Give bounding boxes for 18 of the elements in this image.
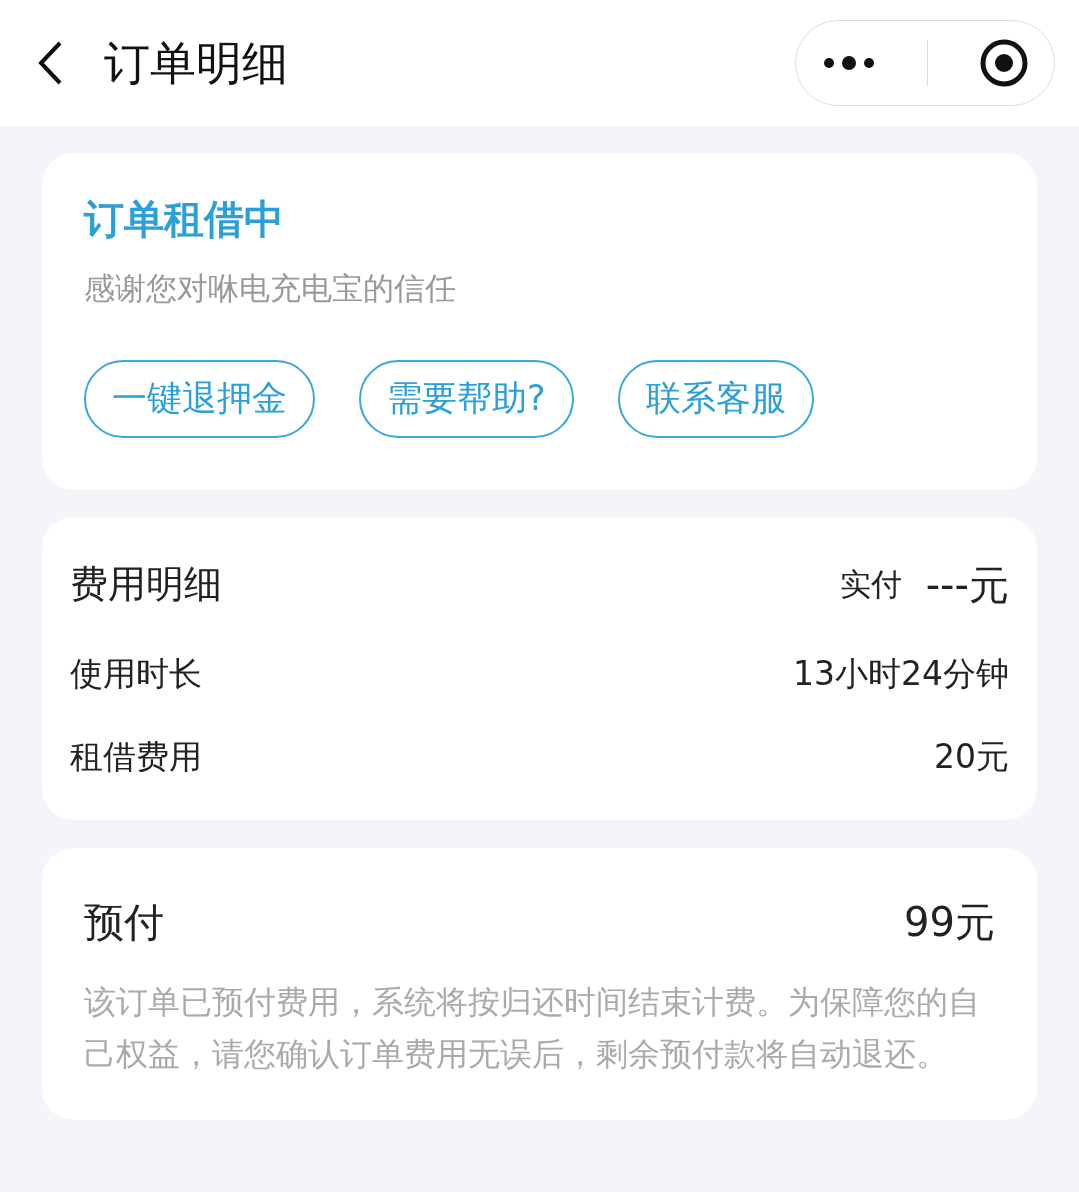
row-value: 20元 bbox=[934, 736, 1009, 778]
action-button[interactable]: 一键退押金 bbox=[84, 359, 315, 438]
prepay-amount: 99元 bbox=[904, 897, 995, 947]
paid-label: 实付 bbox=[839, 565, 902, 605]
row-label: 租借费用 bbox=[70, 736, 202, 778]
status-subtitle: 感谢您对咻电充电宝的信任 bbox=[84, 269, 457, 308]
row-label: 使用时长 bbox=[70, 652, 202, 695]
prepay-note: 该订单已预付费用，系统将按归还时间结束计费。为保障您的自己权益，请您确认订单费用无误后，剩余预付款将自动退还。 bbox=[84, 981, 981, 1075]
fee-title: 费用明细 bbox=[70, 561, 222, 608]
action-button[interactable]: 联系客服 bbox=[617, 359, 814, 438]
prepay-title: 预付 bbox=[84, 897, 164, 947]
status-title: 订单租借中 bbox=[84, 195, 285, 244]
more-icon[interactable] bbox=[821, 56, 876, 70]
paid-value: ---元 bbox=[925, 560, 1009, 610]
page-title: 订单明细 bbox=[104, 34, 288, 92]
back-icon[interactable] bbox=[36, 40, 64, 86]
action-button[interactable]: 需要帮助? bbox=[359, 359, 574, 438]
row-value: 13小时24分钟 bbox=[793, 652, 1009, 695]
